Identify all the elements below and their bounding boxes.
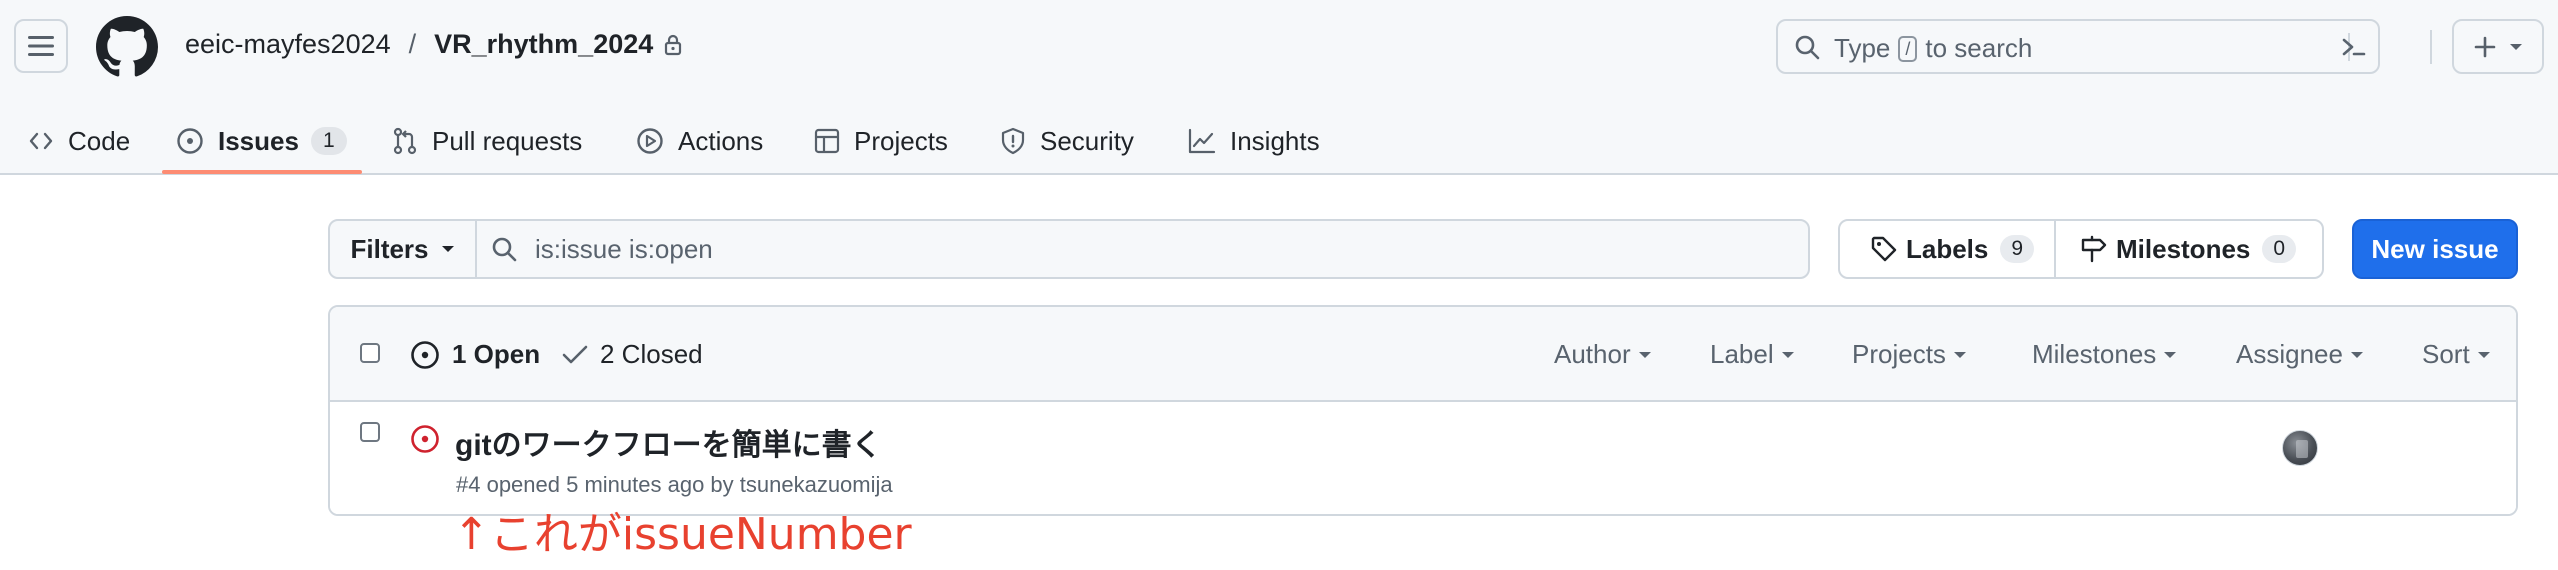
filter-label: Sort bbox=[2422, 339, 2470, 369]
tab-label: Pull requests bbox=[432, 125, 583, 156]
tab-label: Issues bbox=[218, 125, 299, 156]
milestone-icon bbox=[2080, 235, 2108, 263]
labels-button[interactable]: Labels 9 bbox=[1840, 221, 2056, 277]
tab-label: Insights bbox=[1230, 125, 1320, 156]
tab-issues[interactable]: Issues 1 bbox=[176, 108, 347, 174]
tab-label: Actions bbox=[678, 125, 764, 156]
labels-milestones-group: Labels 9 Milestones 0 bbox=[1838, 219, 2324, 279]
filters-dropdown-button[interactable]: Filters bbox=[330, 221, 477, 277]
closed-issues-toggle[interactable]: 2 Closed bbox=[562, 307, 703, 402]
filter-label: Milestones bbox=[2032, 339, 2157, 369]
projects-filter[interactable]: Projects bbox=[1852, 307, 1966, 402]
closed-count-label: 2 Closed bbox=[600, 339, 703, 369]
caret-down-icon bbox=[1781, 351, 1794, 359]
search-input[interactable]: Type / to search bbox=[1776, 19, 2380, 74]
tab-actions[interactable]: Actions bbox=[636, 108, 763, 174]
filter-label: Assignee bbox=[2236, 339, 2343, 369]
play-icon bbox=[636, 127, 664, 155]
issues-list: 1 Open 2 Closed Author Label Projects Mi… bbox=[328, 305, 2518, 516]
search-type-label: Type bbox=[1834, 33, 1891, 63]
search-shortcut-key: / bbox=[1898, 35, 1918, 62]
labels-label: Labels bbox=[1906, 233, 1989, 264]
owner-link[interactable]: eeic-mayfes2024 bbox=[185, 29, 391, 60]
issue-filter-bar: Filters is:issue is:open bbox=[328, 219, 1810, 279]
header-divider bbox=[2430, 30, 2432, 64]
issues-count-badge: 1 bbox=[310, 127, 347, 155]
graph-icon bbox=[1188, 128, 1216, 154]
command-palette-icon[interactable] bbox=[2330, 21, 2378, 72]
search-placeholder: Type / to search bbox=[1834, 33, 2032, 64]
search-icon bbox=[1794, 34, 1820, 65]
issues-list-header: 1 Open 2 Closed Author Label Projects Mi… bbox=[330, 307, 2516, 402]
lock-icon bbox=[663, 34, 683, 56]
select-all-checkbox[interactable] bbox=[360, 343, 380, 363]
author-filter[interactable]: Author bbox=[1554, 307, 1651, 402]
tab-label: Projects bbox=[854, 125, 948, 156]
caret-down-icon bbox=[2477, 351, 2490, 359]
milestones-count-badge: 0 bbox=[2262, 235, 2297, 263]
caret-down-icon bbox=[441, 246, 454, 252]
milestones-label: Milestones bbox=[2116, 233, 2251, 264]
create-new-button[interactable] bbox=[2452, 19, 2544, 74]
repo-link[interactable]: VR_rhythm_2024 bbox=[434, 29, 653, 60]
caret-down-icon bbox=[2350, 351, 2363, 359]
menu-button[interactable] bbox=[14, 19, 68, 73]
tab-label: Security bbox=[1040, 125, 1134, 156]
filter-label: Projects bbox=[1852, 339, 1946, 369]
search-icon bbox=[491, 236, 517, 262]
caret-down-icon bbox=[1638, 351, 1651, 359]
code-icon bbox=[28, 128, 54, 154]
milestones-button[interactable]: Milestones 0 bbox=[2056, 221, 2297, 277]
filter-label: Author bbox=[1554, 339, 1631, 369]
issue-title-link[interactable]: gitのワークフローを簡単に書く bbox=[455, 420, 882, 464]
breadcrumb: eeic-mayfes2024 / VR_rhythm_2024 bbox=[185, 29, 683, 60]
table-icon bbox=[814, 128, 840, 154]
global-header: eeic-mayfes2024 / VR_rhythm_2024 Type / … bbox=[0, 0, 2558, 175]
assignee-filter[interactable]: Assignee bbox=[2236, 307, 2363, 402]
caret-down-icon bbox=[2510, 43, 2522, 50]
tab-pull-requests[interactable]: Pull requests bbox=[392, 108, 582, 174]
issue-meta: #4 opened 5 minutes ago by tsunekazuomij… bbox=[456, 472, 893, 497]
open-issues-toggle[interactable]: 1 Open bbox=[410, 307, 540, 402]
tab-security[interactable]: Security bbox=[1000, 108, 1134, 174]
issue-search-input[interactable]: is:issue is:open bbox=[477, 221, 1808, 277]
label-filter[interactable]: Label bbox=[1710, 307, 1794, 402]
check-icon bbox=[562, 344, 588, 366]
sort-filter[interactable]: Sort bbox=[2422, 307, 2490, 402]
github-logo-icon[interactable] bbox=[96, 16, 158, 78]
filter-label: Label bbox=[1710, 339, 1774, 369]
milestones-filter[interactable]: Milestones bbox=[2032, 307, 2177, 402]
annotation-text: ↑これがissueNumber bbox=[453, 509, 912, 560]
caret-down-icon bbox=[2164, 351, 2177, 359]
issue-checkbox[interactable] bbox=[360, 422, 380, 442]
avatar[interactable] bbox=[2282, 430, 2318, 466]
issue-opened-icon bbox=[176, 127, 204, 155]
plus-icon bbox=[2474, 36, 2496, 57]
new-issue-button[interactable]: New issue bbox=[2352, 219, 2518, 279]
filters-label: Filters bbox=[350, 233, 429, 264]
labels-count-badge: 9 bbox=[2000, 235, 2035, 263]
issue-opened-icon bbox=[410, 340, 440, 370]
breadcrumb-separator: / bbox=[408, 29, 417, 59]
hamburger-icon bbox=[28, 36, 54, 56]
tab-code[interactable]: Code bbox=[28, 108, 130, 174]
caret-down-icon bbox=[1953, 351, 1966, 359]
selected-tab-underline bbox=[162, 170, 362, 174]
tab-insights[interactable]: Insights bbox=[1188, 108, 1320, 174]
shield-icon bbox=[1000, 127, 1026, 155]
issue-search-query: is:issue is:open bbox=[535, 233, 713, 264]
issue-opened-icon bbox=[410, 424, 440, 454]
tab-projects[interactable]: Projects bbox=[814, 108, 948, 174]
git-pull-request-icon bbox=[392, 127, 418, 155]
tag-icon bbox=[1870, 235, 1898, 263]
open-count-label: 1 Open bbox=[452, 339, 541, 369]
tab-label: Code bbox=[68, 125, 131, 156]
search-suffix-label: to search bbox=[1925, 33, 2033, 63]
